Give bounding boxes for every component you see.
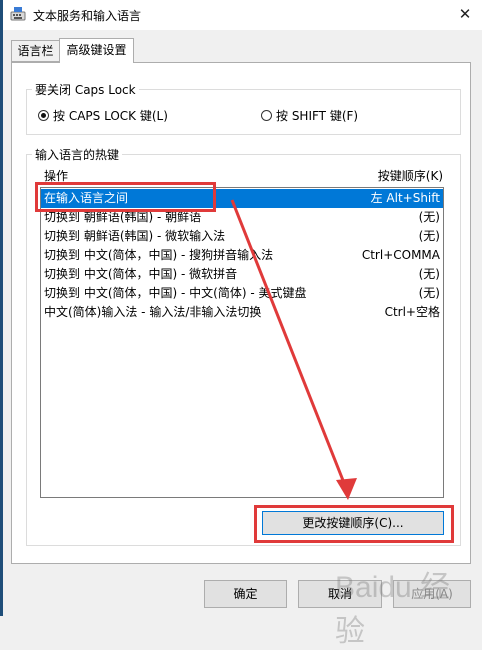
tab-language-bar[interactable]: 语言栏	[11, 40, 60, 62]
hotkey-row[interactable]: 在输入语言之间 左 Alt+Shift	[41, 189, 443, 208]
hotkey-list[interactable]: 在输入语言之间 左 Alt+Shift 切换到 朝鲜语(韩国) - 朝鲜语 (无…	[40, 187, 444, 498]
radio-caps-lock-label: 按 CAPS LOCK 键(L)	[53, 109, 168, 123]
desktop-edge	[0, 0, 3, 616]
title-bar: 文本服务和输入语言 ✕	[3, 0, 482, 30]
hotkey-row[interactable]: 切换到 中文(简体，中国) - 搜狗拼音输入法 Ctrl+COMMA	[41, 246, 443, 265]
tab-advanced-key-settings[interactable]: 高级键设置	[59, 38, 134, 63]
change-key-sequence-button[interactable]: 更改按键顺序(C)...	[262, 511, 444, 535]
hotkey-row-action: 切换到 中文(简体，中国) - 中文(简体) - 美式键盘	[44, 286, 307, 300]
ok-button[interactable]: 确定	[204, 580, 287, 608]
hotkey-row-key: (无)	[418, 267, 440, 281]
hotkey-row-key: Ctrl+COMMA	[361, 248, 440, 262]
hotkey-row-action: 切换到 朝鲜语(韩国) - 朝鲜语	[44, 210, 202, 224]
radio-caps-lock-indicator[interactable]	[38, 110, 49, 121]
hotkey-row-action: 切换到 朝鲜语(韩国) - 微软输入法	[44, 229, 226, 243]
radio-shift-label: 按 SHIFT 键(F)	[276, 109, 359, 123]
cancel-button[interactable]: 取消	[298, 580, 382, 608]
hotkey-row[interactable]: 切换到 朝鲜语(韩国) - 微软输入法 (无)	[41, 227, 443, 246]
radio-shift[interactable]: 按 SHIFT 键(F)	[261, 107, 358, 124]
hotkey-row-key: (无)	[418, 286, 440, 300]
hotkey-row-action: 切换到 中文(简体，中国) - 微软拼音	[44, 267, 238, 281]
hotkey-group-label: 输入语言的热键	[32, 146, 123, 163]
hotkey-row-action: 切换到 中文(简体，中国) - 搜狗拼音输入法	[44, 248, 274, 262]
close-button[interactable]: ✕	[454, 3, 476, 25]
column-header-action: 操作	[44, 169, 69, 183]
hotkey-row-key: (无)	[418, 229, 440, 243]
apply-button[interactable]: 应用(A)	[393, 580, 471, 608]
hotkey-row[interactable]: 中文(简体)输入法 - 输入法/非输入法切换 Ctrl+空格	[41, 303, 443, 322]
caps-lock-group-label: 要关闭 Caps Lock	[32, 81, 139, 98]
hotkey-row-key: 左 Alt+Shift	[370, 191, 440, 205]
hotkey-row-key: Ctrl+空格	[384, 305, 440, 319]
radio-shift-indicator[interactable]	[261, 110, 272, 121]
hotkey-row[interactable]: 切换到 中文(简体，中国) - 微软拼音 (无)	[41, 265, 443, 284]
column-header-key-sequence: 按键顺序(K)	[377, 169, 443, 183]
radio-caps-lock[interactable]: 按 CAPS LOCK 键(L)	[38, 107, 168, 124]
hotkey-row[interactable]: 切换到 中文(简体，中国) - 中文(简体) - 美式键盘 (无)	[41, 284, 443, 303]
hotkey-row[interactable]: 切换到 朝鲜语(韩国) - 朝鲜语 (无)	[41, 208, 443, 227]
hotkey-row-action: 中文(简体)输入法 - 输入法/非输入法切换	[44, 305, 262, 319]
window-title: 文本服务和输入语言	[33, 9, 142, 23]
keyboard-settings-icon	[10, 7, 26, 21]
hotkey-row-action: 在输入语言之间	[44, 191, 129, 205]
hotkey-row-key: (无)	[418, 210, 440, 224]
